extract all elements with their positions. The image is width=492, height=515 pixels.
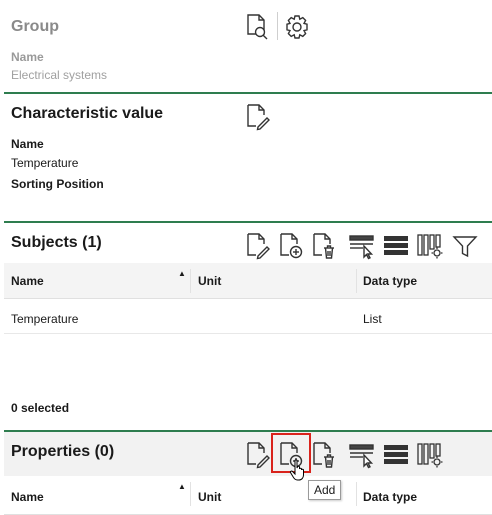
- sort-ascending-icon[interactable]: ▲: [178, 482, 186, 491]
- properties-title: Properties (0): [11, 443, 115, 460]
- subjects-table-header: Name ▲ Unit Data type: [4, 263, 492, 299]
- group-title: Group: [11, 18, 59, 35]
- hand-pointer-cursor-icon: [289, 459, 307, 481]
- column-header-name[interactable]: Name: [11, 490, 44, 504]
- add-tooltip: Add: [308, 480, 342, 500]
- select-rows-icon[interactable]: [349, 441, 375, 469]
- characteristic-name-label: Name: [11, 137, 44, 151]
- column-divider: [190, 269, 191, 293]
- edit-document-icon[interactable]: [245, 232, 271, 260]
- sort-ascending-icon[interactable]: ▲: [178, 269, 186, 278]
- characteristic-name-value: Temperature: [11, 156, 79, 170]
- column-header-unit[interactable]: Unit: [198, 274, 221, 288]
- column-divider: [356, 482, 357, 506]
- delete-document-icon[interactable]: [311, 232, 337, 260]
- properties-table-header: Name ▲ Unit Data type: [4, 476, 492, 515]
- add-document-icon[interactable]: [278, 232, 304, 260]
- subjects-section: Subjects (1) Name ▲ Unit Data type Tempe…: [4, 221, 492, 430]
- edit-document-icon[interactable]: [245, 441, 271, 469]
- settings-gear-icon[interactable]: [284, 13, 310, 41]
- cell-name: Temperature: [11, 312, 79, 326]
- table-row[interactable]: Temperature List: [4, 302, 492, 334]
- column-header-data-type[interactable]: Data type: [363, 274, 417, 288]
- group-section: Group Name Electrical systems: [4, 0, 492, 92]
- column-divider: [190, 482, 191, 506]
- toolbar-separator: [277, 12, 278, 40]
- column-settings-icon[interactable]: [417, 232, 443, 260]
- properties-section: Properties (0) Name ▲ Unit Data type Add: [4, 430, 492, 515]
- characteristic-title: Characteristic value: [11, 105, 164, 122]
- column-settings-icon[interactable]: [417, 441, 443, 469]
- sorting-position-label: Sorting Position: [11, 177, 104, 191]
- rows-layout-icon[interactable]: [383, 441, 409, 469]
- column-divider: [356, 269, 357, 293]
- rows-layout-icon[interactable]: [383, 232, 409, 260]
- subjects-title: Subjects (1): [11, 234, 102, 251]
- edit-document-icon[interactable]: [245, 103, 271, 131]
- column-header-unit[interactable]: Unit: [198, 490, 221, 504]
- selected-count: 0 selected: [11, 401, 70, 415]
- cell-data-type: List: [363, 312, 382, 326]
- select-rows-icon[interactable]: [349, 232, 375, 260]
- characteristic-section: Characteristic value Name Temperature So…: [4, 92, 492, 221]
- column-header-data-type[interactable]: Data type: [363, 490, 417, 504]
- group-name-label: Name: [11, 50, 44, 64]
- group-name-value: Electrical systems: [11, 68, 108, 82]
- delete-document-icon[interactable]: [311, 441, 337, 469]
- filter-icon[interactable]: [452, 232, 478, 260]
- column-header-name[interactable]: Name: [11, 274, 44, 288]
- view-document-icon[interactable]: [245, 13, 271, 41]
